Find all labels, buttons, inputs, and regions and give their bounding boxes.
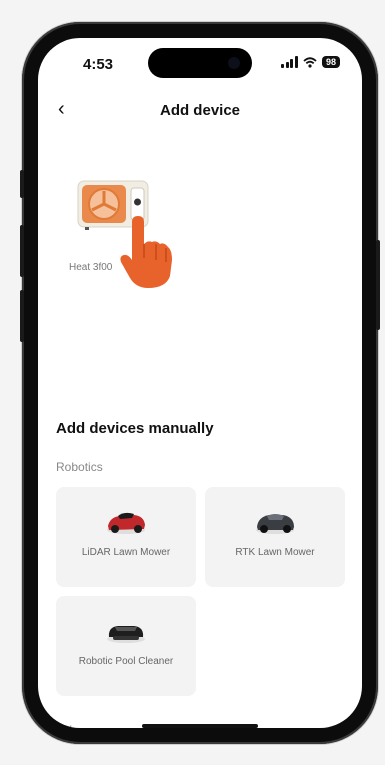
device-tile-lidar-lawn-mower[interactable]: LiDAR Lawn Mower	[56, 487, 196, 587]
device-tile-label: Robotic Pool Cleaner	[78, 656, 174, 667]
discovered-device-label: Heat 3f00	[69, 262, 113, 273]
device-tile-robotic-pool-cleaner[interactable]: Robotic Pool Cleaner	[56, 596, 196, 696]
home-indicator[interactable]	[142, 724, 258, 728]
signal-icon	[281, 56, 298, 68]
camera-icon	[228, 57, 240, 69]
device-tile-rtk-lawn-mower[interactable]: RTK Lawn Mower	[205, 487, 345, 587]
status-time: 4:53	[83, 56, 114, 73]
lidar-lawn-mower-icon	[107, 512, 145, 534]
tap-hand-icon	[120, 216, 172, 288]
pool-cleaner-icon	[107, 626, 145, 643]
wifi-icon	[303, 56, 317, 68]
battery-icon: 98	[321, 56, 340, 68]
screen: 4:53 98 ‹ Add device Heat 3f00 Add devic…	[38, 38, 362, 728]
category-robotics: Robotics	[56, 460, 103, 474]
status-icons: 98	[281, 56, 340, 68]
side-button-left-1	[20, 170, 24, 198]
device-tile-label: LiDAR Lawn Mower	[81, 547, 171, 558]
device-tile-label: RTK Lawn Mower	[235, 547, 315, 558]
side-button-left-3	[20, 290, 24, 342]
section-title-manual: Add devices manually	[56, 420, 214, 437]
dynamic-island	[148, 48, 252, 78]
side-button-right	[376, 240, 380, 330]
side-button-left-2	[20, 225, 24, 277]
category-next-partial: ool	[56, 723, 72, 728]
rtk-lawn-mower-icon	[256, 514, 294, 534]
page-title: Add device	[159, 102, 241, 119]
